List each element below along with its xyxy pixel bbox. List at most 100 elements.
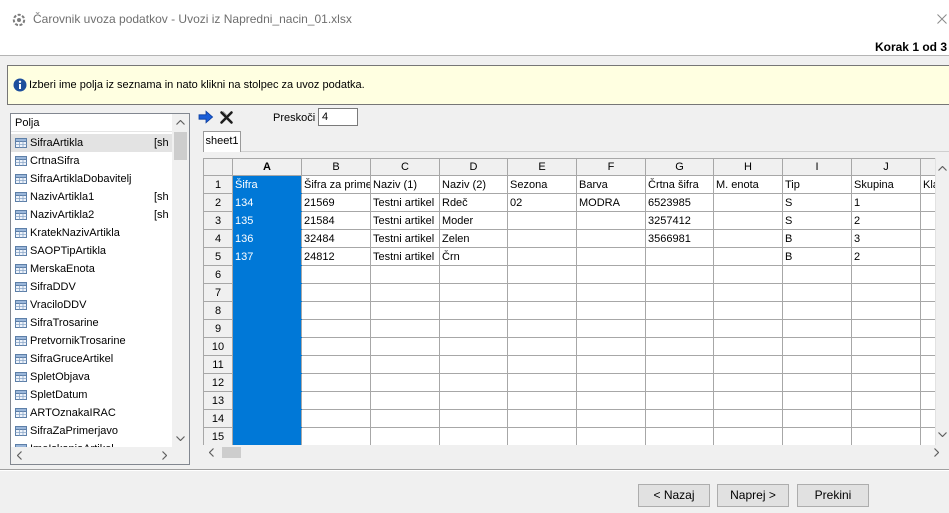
grid-cell[interactable] bbox=[782, 391, 852, 410]
grid-cell[interactable]: 136 bbox=[232, 229, 302, 248]
grid-cell[interactable] bbox=[920, 283, 935, 302]
scroll-down-icon[interactable] bbox=[938, 432, 947, 437]
grid-cell[interactable] bbox=[645, 247, 714, 266]
grid-cell[interactable] bbox=[232, 283, 302, 302]
grid-cell[interactable] bbox=[301, 319, 371, 338]
grid-cell[interactable] bbox=[645, 391, 714, 410]
row-header[interactable]: 5 bbox=[203, 247, 233, 266]
grid-cell[interactable]: Naziv (1) bbox=[370, 175, 440, 194]
grid-cell[interactable] bbox=[370, 265, 440, 284]
grid-cell[interactable] bbox=[920, 373, 935, 392]
grid-cell[interactable] bbox=[439, 283, 508, 302]
grid-cell[interactable]: Rdeč bbox=[439, 193, 508, 212]
grid-cell[interactable] bbox=[713, 193, 783, 212]
grid-cell[interactable] bbox=[920, 193, 935, 212]
grid-cell[interactable] bbox=[370, 301, 440, 320]
field-list-item[interactable]: SpletObjava bbox=[11, 368, 172, 386]
grid-cell[interactable] bbox=[645, 409, 714, 428]
grid-cell[interactable]: 21584 bbox=[301, 211, 371, 230]
scroll-down-icon[interactable] bbox=[176, 436, 185, 441]
grid-cell[interactable] bbox=[920, 265, 935, 284]
grid-cell[interactable]: 21569 bbox=[301, 193, 371, 212]
grid-cell[interactable] bbox=[645, 301, 714, 320]
grid-cell[interactable] bbox=[782, 265, 852, 284]
grid-cell[interactable] bbox=[576, 229, 646, 248]
scroll-right-icon[interactable] bbox=[162, 451, 167, 460]
next-button[interactable]: Naprej > bbox=[717, 484, 789, 507]
grid-cell[interactable] bbox=[920, 355, 935, 374]
grid-cell[interactable] bbox=[370, 373, 440, 392]
grid-cell[interactable] bbox=[232, 427, 302, 445]
grid-cell[interactable]: Črtna šifra bbox=[645, 175, 714, 194]
grid-cell[interactable]: 134 bbox=[232, 193, 302, 212]
grid-cell[interactable] bbox=[439, 391, 508, 410]
grid-cell[interactable]: Tip bbox=[782, 175, 852, 194]
grid-cell[interactable] bbox=[920, 409, 935, 428]
column-header[interactable]: A bbox=[232, 158, 302, 176]
grid-cell[interactable]: S bbox=[782, 193, 852, 212]
grid-cell[interactable] bbox=[507, 301, 577, 320]
grid-cell[interactable]: 1 bbox=[851, 193, 921, 212]
grid-cell[interactable]: Šifra za prime bbox=[301, 175, 371, 194]
row-header[interactable]: 4 bbox=[203, 229, 233, 248]
grid-cell[interactable] bbox=[851, 355, 921, 374]
grid-horizontal-scrollbar[interactable] bbox=[203, 445, 949, 460]
grid-cell[interactable] bbox=[713, 319, 783, 338]
column-header[interactable]: J bbox=[851, 158, 921, 176]
field-list-item[interactable]: KratekNazivArtikla bbox=[11, 224, 172, 242]
grid-cell[interactable] bbox=[507, 337, 577, 356]
grid-cell[interactable] bbox=[713, 337, 783, 356]
grid-cell[interactable]: Šifra bbox=[232, 175, 302, 194]
assign-field-button[interactable] bbox=[197, 109, 215, 126]
grid-cell[interactable] bbox=[782, 427, 852, 445]
grid-cell[interactable] bbox=[232, 391, 302, 410]
grid-vertical-scrollbar[interactable] bbox=[935, 158, 949, 445]
grid-cell[interactable]: Sezona bbox=[507, 175, 577, 194]
row-header[interactable]: 3 bbox=[203, 211, 233, 230]
grid-cell[interactable] bbox=[713, 247, 783, 266]
grid-cell[interactable]: M. enota bbox=[713, 175, 783, 194]
grid-cell[interactable]: 24812 bbox=[301, 247, 371, 266]
field-list-item[interactable]: SpletDatum bbox=[11, 386, 172, 404]
skip-rows-input[interactable] bbox=[318, 108, 358, 126]
grid-cell[interactable]: 3257412 bbox=[645, 211, 714, 230]
column-header[interactable]: B bbox=[301, 158, 371, 176]
grid-cell[interactable] bbox=[301, 301, 371, 320]
row-header[interactable]: 15 bbox=[203, 427, 233, 445]
grid-cell[interactable] bbox=[576, 409, 646, 428]
grid-cell[interactable] bbox=[920, 391, 935, 410]
row-header[interactable]: 12 bbox=[203, 373, 233, 392]
grid-cell[interactable] bbox=[576, 373, 646, 392]
sheet-grid[interactable]: A B C D E F G H I J 1 Šifra Šifra za prime Naziv (1) N… bbox=[203, 158, 935, 445]
grid-cell[interactable] bbox=[576, 265, 646, 284]
grid-cell[interactable] bbox=[439, 301, 508, 320]
field-list-item[interactable]: SifraDDV bbox=[11, 278, 172, 296]
field-list-item[interactable]: ImeIskanjaArtikel bbox=[11, 440, 172, 447]
grid-cell[interactable] bbox=[232, 301, 302, 320]
grid-cell[interactable] bbox=[713, 355, 783, 374]
grid-horizontal-scroll-thumb[interactable] bbox=[222, 447, 241, 458]
grid-cell[interactable] bbox=[507, 319, 577, 338]
grid-cell[interactable] bbox=[713, 427, 783, 445]
row-header[interactable]: 6 bbox=[203, 265, 233, 284]
grid-cell[interactable] bbox=[851, 283, 921, 302]
grid-cell[interactable] bbox=[439, 265, 508, 284]
scroll-left-icon[interactable] bbox=[17, 451, 22, 460]
field-list-item[interactable]: SAOPTipArtikla bbox=[11, 242, 172, 260]
row-header[interactable]: 8 bbox=[203, 301, 233, 320]
grid-cell[interactable] bbox=[301, 373, 371, 392]
grid-cell[interactable] bbox=[301, 337, 371, 356]
grid-cell[interactable] bbox=[232, 265, 302, 284]
grid-cell[interactable] bbox=[782, 283, 852, 302]
grid-cell[interactable] bbox=[507, 355, 577, 374]
grid-cell[interactable]: 2 bbox=[851, 247, 921, 266]
grid-cell[interactable] bbox=[920, 229, 935, 248]
row-header[interactable]: 9 bbox=[203, 319, 233, 338]
grid-cell[interactable]: Naziv (2) bbox=[439, 175, 508, 194]
column-header[interactable]: E bbox=[507, 158, 577, 176]
grid-cell[interactable] bbox=[782, 301, 852, 320]
grid-cell[interactable] bbox=[713, 211, 783, 230]
grid-cell[interactable] bbox=[713, 301, 783, 320]
back-button[interactable]: < Nazaj bbox=[638, 484, 710, 507]
cancel-button[interactable]: Prekini bbox=[797, 484, 869, 507]
